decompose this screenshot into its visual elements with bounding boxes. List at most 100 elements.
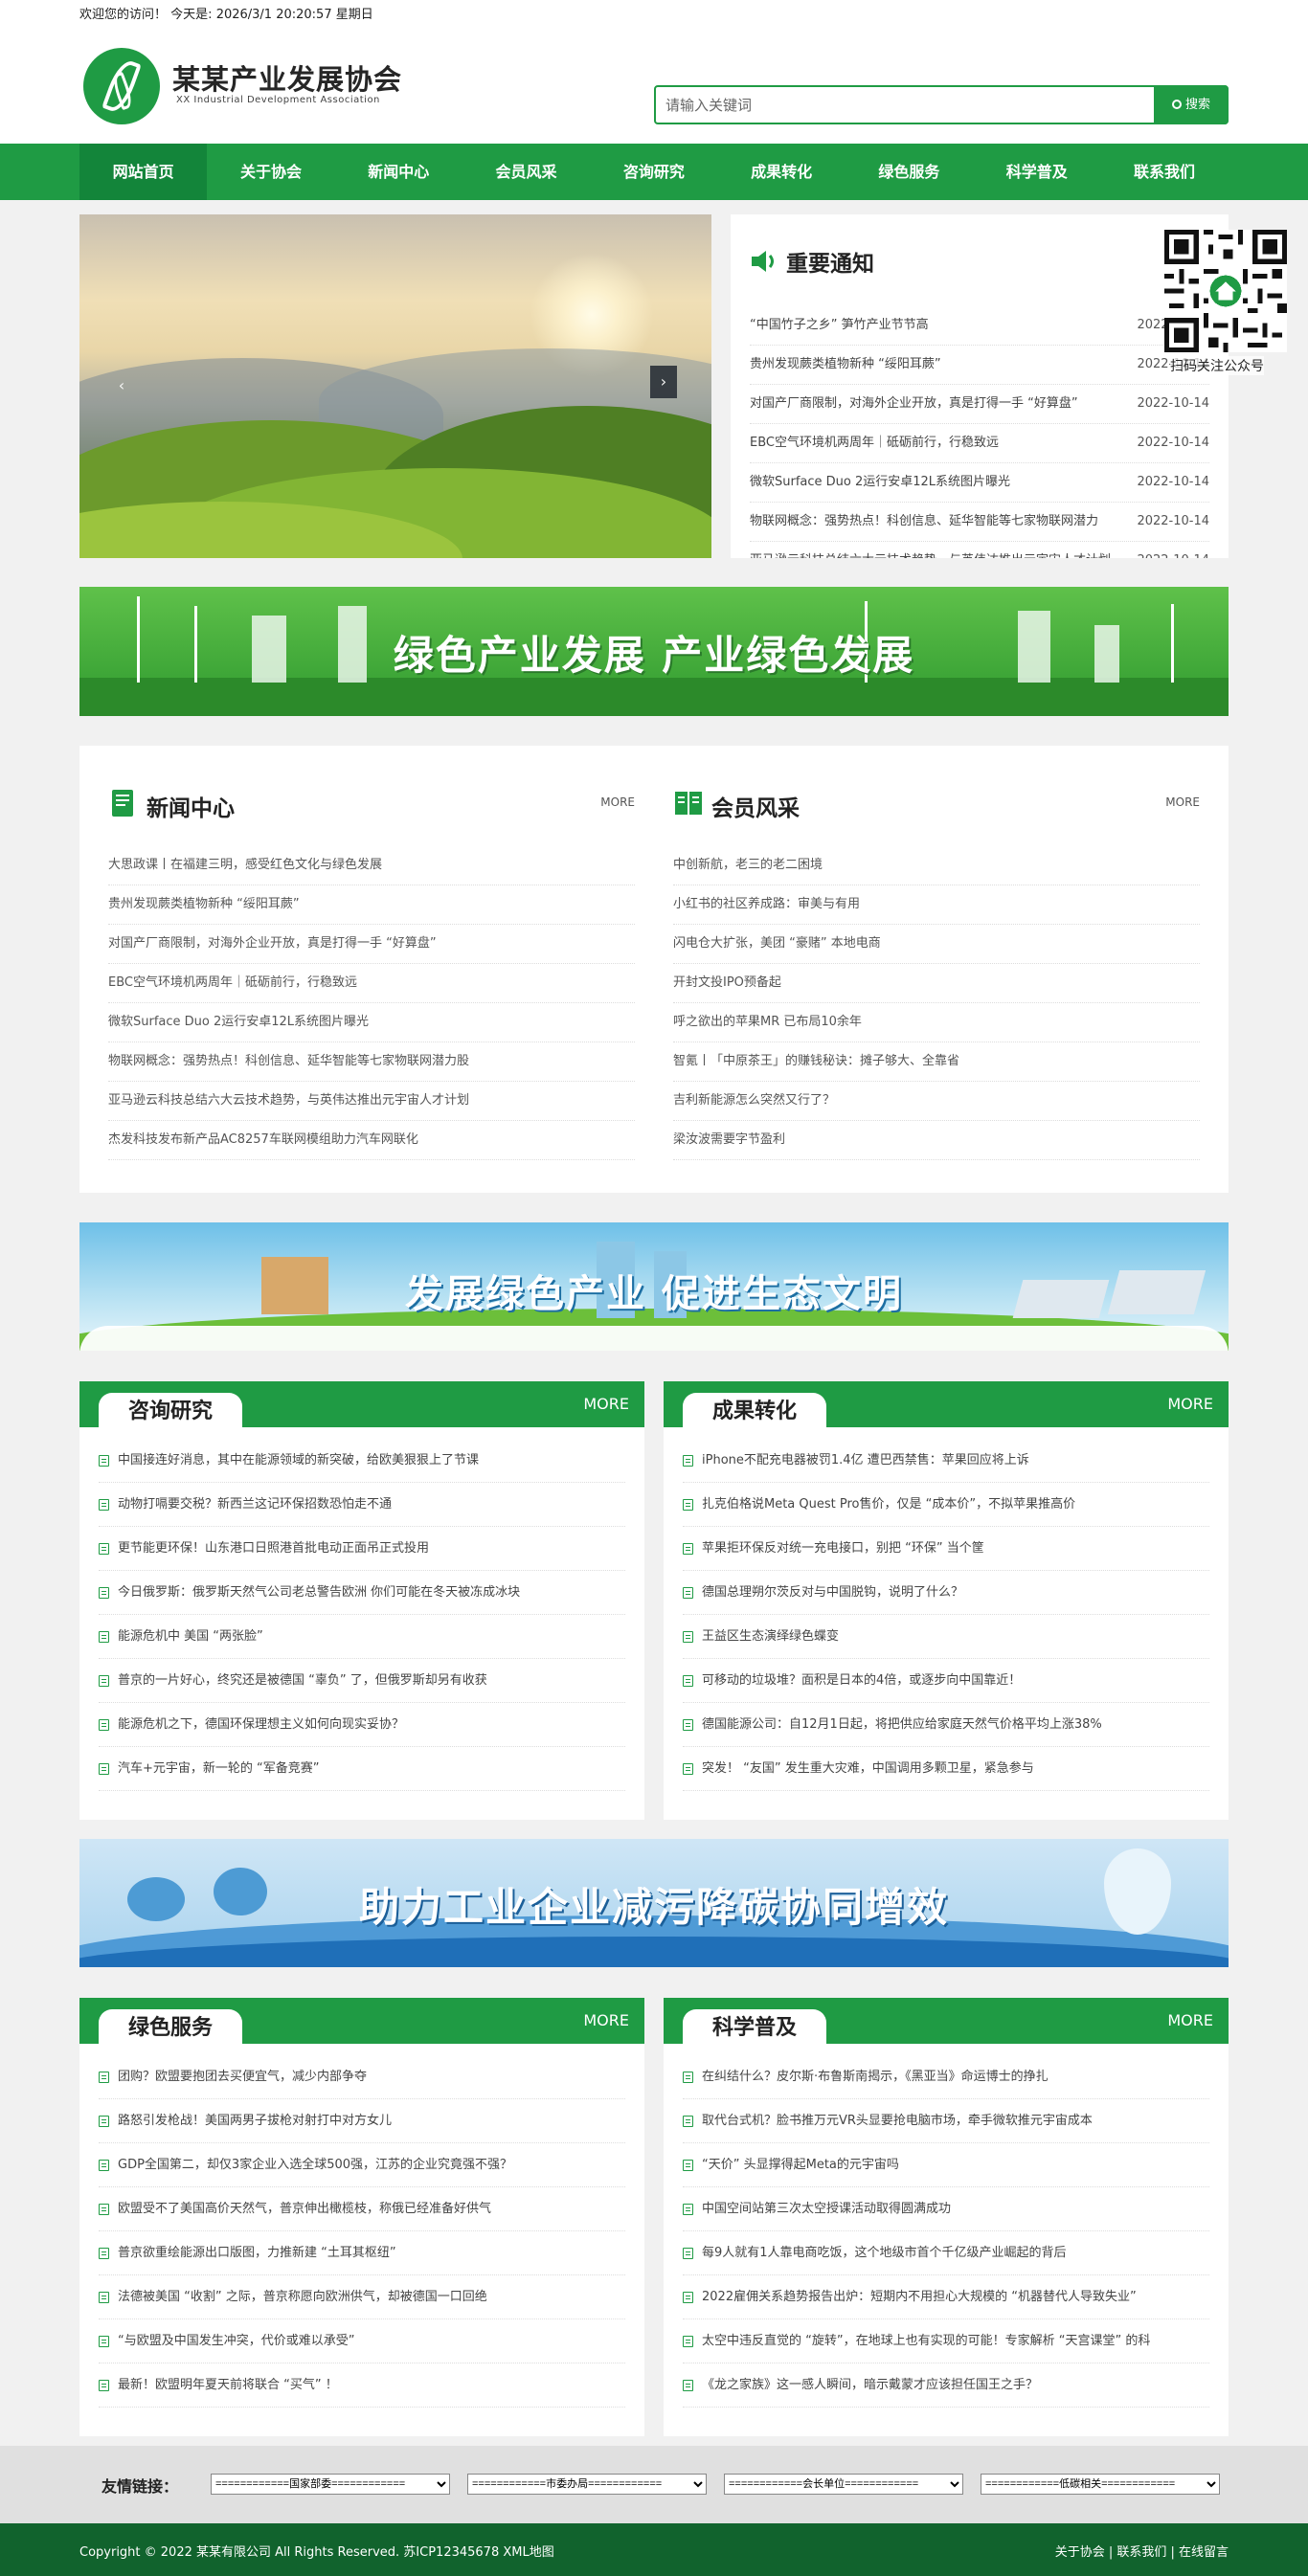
notice-item-title[interactable]: 对国产厂商限制，对海外企业开放，真是打得一手 “好算盘” bbox=[750, 385, 1118, 423]
nav-item-contact[interactable]: 联系我们 bbox=[1100, 144, 1228, 200]
list-item-text[interactable]: iPhone不配充电器被罚1.4亿 遭巴西禁售：苹果回应将上诉 bbox=[702, 1453, 1029, 1467]
list-item[interactable]: 中创新航，老三的老二困境 bbox=[673, 846, 1200, 885]
list-item-text[interactable]: 中国接连好消息，其中在能源领域的新突破，给欧美狠狠上了节课 bbox=[118, 1453, 479, 1467]
site-logo-icon[interactable] bbox=[83, 48, 160, 124]
list-item-text[interactable]: 每9人就有1人靠电商吃饭，这个地级市首个千亿级产业崛起的背后 bbox=[702, 2246, 1067, 2260]
list-item-text[interactable]: 德国能源公司：自12月1日起，将把供应给家庭天然气价格平均上涨38% bbox=[702, 1717, 1102, 1732]
news-more-link[interactable]: MORE bbox=[600, 795, 635, 809]
list-item[interactable]: 突发！ “友国” 发生重大灾难，中国调用多颗卫星，紧急参与 bbox=[683, 1747, 1209, 1791]
list-item[interactable]: 梁汝波需要字节盈利 bbox=[673, 1121, 1200, 1160]
list-item-text[interactable]: 欧盟受不了美国高价天然气，普京伸出橄榄枝，称俄已经准备好供气 bbox=[118, 2202, 491, 2216]
list-item-text[interactable]: 能源危机之下，德国环保理想主义如何向现实妥协？ bbox=[118, 1717, 404, 1732]
science-more-link[interactable]: MORE bbox=[1167, 2011, 1213, 2029]
list-item[interactable]: 汽车+元宇宙，新一轮的 “军备竞赛” bbox=[99, 1747, 625, 1791]
list-item-text[interactable]: 中国空间站第三次太空授课活动取得圆满成功 bbox=[702, 2202, 951, 2216]
list-item[interactable]: 可移动的垃圾堆？面积是日本的4倍，或逐步向中国靠近！ bbox=[683, 1659, 1209, 1703]
list-item-text[interactable]: 太空中违反直觉的 “旋转”，在地球上也有实现的可能！专家解析 “天宫课堂” 的科 bbox=[702, 2334, 1150, 2348]
site-title[interactable]: 某某产业发展协会 bbox=[172, 57, 402, 98]
notice-item-title[interactable]: 物联网概念：强势热点！科创信息、延华智能等七家物联网潜力 bbox=[750, 503, 1118, 541]
list-item[interactable]: EBC空气环境机两周年｜砥砺前行，行稳致远 2022-10-14 bbox=[750, 424, 1209, 463]
list-item[interactable]: 微软Surface Duo 2运行安卓12L系统图片曝光 2022-10-14 bbox=[750, 463, 1209, 503]
list-item[interactable]: 每9人就有1人靠电商吃饭，这个地级市首个千亿级产业崛起的背后 bbox=[683, 2231, 1209, 2275]
list-item[interactable]: 苹果拒环保反对统一充电接口，别把 “环保” 当个筐 bbox=[683, 1527, 1209, 1571]
list-item-text[interactable]: 德国总理朔尔茨反对与中国脱钩，说明了什么？ bbox=[702, 1585, 963, 1600]
list-item-text[interactable]: 王益区生态演绎绿色蝶变 bbox=[702, 1629, 839, 1644]
list-item[interactable]: 更节能更环保！山东港口日照港首批电动正面吊正式投用 bbox=[99, 1527, 625, 1571]
list-item-text[interactable]: 能源危机中 美国 “两张脸” bbox=[118, 1629, 263, 1644]
list-item[interactable]: “中国竹子之乡” 笋竹产业节节高2022-10-14 bbox=[750, 306, 1209, 346]
list-item[interactable]: 杰发科技发布新产品AC8257车联网模组助力汽车网联化 bbox=[108, 1121, 635, 1160]
list-item[interactable]: “天价” 头显撑得起Meta的元宇宙吗 bbox=[683, 2143, 1209, 2187]
list-item[interactable]: 取代台式机？脸书推万元VR头显要抢电脑市场，牵手微软推元宇宙成本 bbox=[683, 2099, 1209, 2143]
list-item-text[interactable]: 动物打嗝要交税？新西兰这记环保招数恐怕走不通 bbox=[118, 1497, 392, 1512]
notice-item-title[interactable]: 亚马逊云科技总结六大云技术趋势，与英伟达推出元宇宙人才计划 bbox=[750, 542, 1118, 558]
notice-item-title[interactable]: 贵州发现蕨类植物新种 “绥阳耳蕨” bbox=[750, 346, 1118, 384]
footer-links[interactable]: 关于协会 | 联系我们 | 在线留言 bbox=[1055, 2542, 1229, 2560]
notice-item-title[interactable]: 微软Surface Duo 2运行安卓12L系统图片曝光 bbox=[750, 463, 1118, 502]
green-more-link[interactable]: MORE bbox=[583, 2011, 629, 2029]
links-select-city-offices[interactable]: ============市委办局============ bbox=[467, 2474, 707, 2495]
list-item[interactable]: 普京的一片好心，终究还是被德国 “辜负” 了，但俄罗斯却另有收获 bbox=[99, 1659, 625, 1703]
nav-item-home[interactable]: 网站首页 bbox=[79, 144, 208, 200]
list-item[interactable]: GDP全国第二，却仅3家企业入选全球500强，江苏的企业究竟强不强？ bbox=[99, 2143, 625, 2187]
list-item-text[interactable]: 2022雇佣关系趋势报告出炉：短期内不用担心大规模的 “机器替代人导致失业” bbox=[702, 2290, 1137, 2304]
list-item[interactable]: 中国接连好消息，其中在能源领域的新突破，给欧美狠狠上了节课 bbox=[99, 1439, 625, 1483]
list-item[interactable]: 微软Surface Duo 2运行安卓12L系统图片曝光 bbox=[108, 1003, 635, 1042]
list-item[interactable]: 法德被美国 “收割” 之际，普京称愿向欧洲供气，却被德国一口回绝 bbox=[99, 2275, 625, 2319]
list-item[interactable]: 扎克伯格说Meta Quest Pro售价，仅是 “成本价”，不拟苹果推高价 bbox=[683, 1483, 1209, 1527]
list-item[interactable]: 能源危机中 美国 “两张脸” bbox=[99, 1615, 625, 1659]
nav-item-consult[interactable]: 咨询研究 bbox=[590, 144, 717, 200]
nav-item-science[interactable]: 科学普及 bbox=[973, 144, 1100, 200]
list-item[interactable]: 对国产厂商限制，对海外企业开放，真是打得一手 “好算盘” 2022-10-14 bbox=[750, 385, 1209, 424]
list-item[interactable]: 在纠结什么？皮尔斯·布鲁斯南揭示，《黑亚当》命运博士的挣扎 bbox=[683, 2055, 1209, 2099]
list-item[interactable]: 大思政课丨在福建三明，感受红色文化与绿色发展 bbox=[108, 846, 635, 885]
consult-more-link[interactable]: MORE bbox=[583, 1395, 629, 1413]
list-item-text[interactable]: 最新！欧盟明年夏天前将联合 “买气” ！ bbox=[118, 2378, 338, 2392]
list-item[interactable]: 中国空间站第三次太空授课活动取得圆满成功 bbox=[683, 2187, 1209, 2231]
list-item[interactable]: 亚马逊云科技总结六大云技术趋势，与英伟达推出元宇宙人才计划 2022-10-14 bbox=[750, 542, 1209, 558]
list-item[interactable]: EBC空气环境机两周年｜砥砺前行，行稳致远 bbox=[108, 964, 635, 1003]
list-item-text[interactable]: 突发！ “友国” 发生重大灾难，中国调用多颗卫星，紧急参与 bbox=[702, 1761, 1034, 1776]
list-item[interactable]: 智氪丨「中原茶王」的赚钱秘诀：摊子够大、全靠省 bbox=[673, 1042, 1200, 1082]
list-item[interactable]: 德国能源公司：自12月1日起，将把供应给家庭天然气价格平均上涨38% bbox=[683, 1703, 1209, 1747]
list-item-text[interactable]: “天价” 头显撑得起Meta的元宇宙吗 bbox=[702, 2158, 899, 2172]
list-item[interactable]: 2022雇佣关系趋势报告出炉：短期内不用担心大规模的 “机器替代人导致失业” bbox=[683, 2275, 1209, 2319]
links-select-low-carbon[interactable]: ============低碳相关============ bbox=[981, 2474, 1220, 2495]
list-item[interactable]: 路怒引发枪战！美国两男子拔枪对射打中对方女儿 bbox=[99, 2099, 625, 2143]
nav-item-members[interactable]: 会员风采 bbox=[462, 144, 590, 200]
list-item[interactable]: 呼之欲出的苹果MR 已布局10余年 bbox=[673, 1003, 1200, 1042]
hero-slider[interactable]: ‹ › bbox=[79, 214, 711, 558]
banner-pollution-reduction[interactable]: 助力工业企业减污降碳协同增效 bbox=[79, 1839, 1229, 1967]
slider-prev-icon[interactable]: ‹ bbox=[108, 370, 135, 402]
list-item[interactable]: iPhone不配充电器被罚1.4亿 遭巴西禁售：苹果回应将上诉 bbox=[683, 1439, 1209, 1483]
list-item-text[interactable]: 更节能更环保！山东港口日照港首批电动正面吊正式投用 bbox=[118, 1541, 429, 1556]
nav-item-news[interactable]: 新闻中心 bbox=[335, 144, 462, 200]
banner-eco-civilization[interactable]: 发展绿色产业 促进生态文明 bbox=[79, 1222, 1229, 1351]
list-item-text[interactable]: 苹果拒环保反对统一充电接口，别把 “环保” 当个筐 bbox=[702, 1541, 984, 1556]
list-item[interactable]: 亚马逊云科技总结六大云技术趋势，与英伟达推出元宇宙人才计划 bbox=[108, 1082, 635, 1121]
list-item-text[interactable]: 法德被美国 “收割” 之际，普京称愿向欧洲供气，却被德国一口回绝 bbox=[118, 2290, 487, 2304]
list-item[interactable]: 太空中违反直觉的 “旋转”，在地球上也有实现的可能！专家解析 “天宫课堂” 的科 bbox=[683, 2319, 1209, 2363]
list-item-text[interactable]: 路怒引发枪战！美国两男子拔枪对射打中对方女儿 bbox=[118, 2114, 392, 2128]
list-item[interactable]: 团购？欧盟要抱团去买便宜气，减少内部争夺 bbox=[99, 2055, 625, 2099]
list-item-text[interactable]: 《龙之家族》这一感人瞬间，暗示戴蒙才应该担任国王之手？ bbox=[702, 2378, 1038, 2392]
list-item[interactable]: 物联网概念：强势热点！科创信息、延华智能等七家物联网潜力股 bbox=[108, 1042, 635, 1082]
nav-item-about[interactable]: 关于协会 bbox=[207, 144, 334, 200]
list-item-text[interactable]: 汽车+元宇宙，新一轮的 “军备竞赛” bbox=[118, 1761, 320, 1776]
list-item[interactable]: 王益区生态演绎绿色蝶变 bbox=[683, 1615, 1209, 1659]
list-item-text[interactable]: 普京的一片好心，终究还是被德国 “辜负” 了，但俄罗斯却另有收获 bbox=[118, 1673, 487, 1688]
links-select-president-units[interactable]: ============会长单位============ bbox=[724, 2474, 963, 2495]
list-item[interactable]: 物联网概念：强势热点！科创信息、延华智能等七家物联网潜力 2022-10-14 bbox=[750, 503, 1209, 542]
list-item[interactable]: 对国产厂商限制，对海外企业开放，真是打得一手 “好算盘” bbox=[108, 925, 635, 964]
list-item-text[interactable]: 团购？欧盟要抱团去买便宜气，减少内部争夺 bbox=[118, 2070, 367, 2084]
list-item-text[interactable]: 取代台式机？脸书推万元VR头显要抢电脑市场，牵手微软推元宇宙成本 bbox=[702, 2114, 1093, 2128]
nav-item-results[interactable]: 成果转化 bbox=[717, 144, 845, 200]
links-select-ministries[interactable]: ============国家部委============ bbox=[211, 2474, 450, 2495]
slider-next-icon[interactable]: › bbox=[650, 366, 677, 398]
list-item-text[interactable]: “与欧盟及中国发生冲突，代价或难以承受” bbox=[118, 2334, 354, 2348]
list-item-text[interactable]: GDP全国第二，却仅3家企业入选全球500强，江苏的企业究竟强不强？ bbox=[118, 2158, 512, 2172]
search-input[interactable] bbox=[665, 95, 1125, 116]
notice-item-title[interactable]: EBC空气环境机两周年｜砥砺前行，行稳致远 bbox=[750, 424, 1118, 462]
list-item[interactable]: 开封文投IPO预备起 bbox=[673, 964, 1200, 1003]
results-more-link[interactable]: MORE bbox=[1167, 1395, 1213, 1413]
